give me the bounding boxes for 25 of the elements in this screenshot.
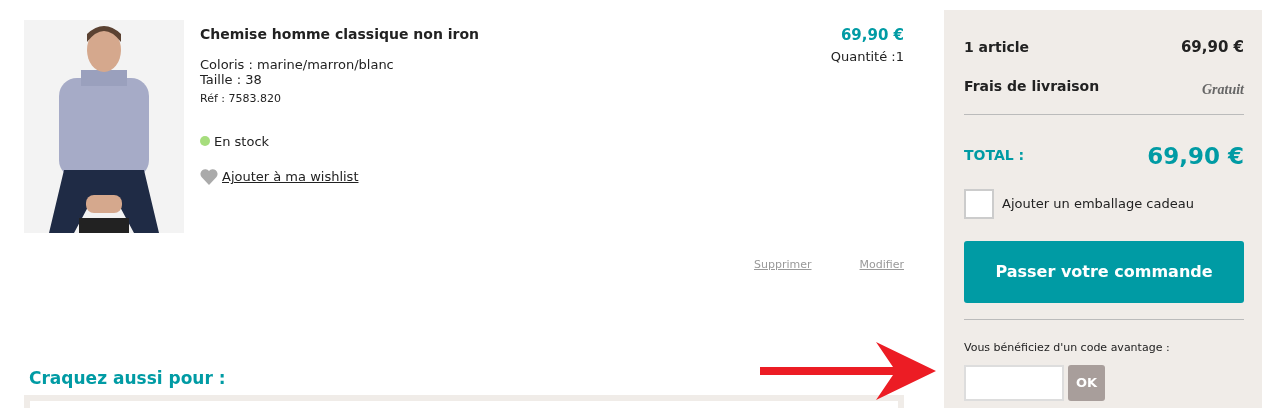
summary-amount: 69,90 €: [1180, 37, 1244, 58]
order-button[interactable]: Passer votre commande: [964, 241, 1244, 303]
summary-label: 1 article: [964, 37, 1030, 57]
summary-note: Gratuit: [1202, 80, 1244, 99]
wishlist-link[interactable]: Ajouter à ma wishlist: [222, 167, 359, 187]
product-reference: Réf : 7583.820: [200, 91, 282, 107]
promo-code-field[interactable]: [964, 364, 1064, 401]
quantity-text: Quantité :1: [830, 47, 904, 66]
product-name: Chemise homme classique non iron: [200, 25, 481, 44]
section-title: Craquez aussi pour :: [29, 366, 227, 390]
summary-label: Frais de livraison: [964, 76, 1100, 96]
heart-icon[interactable]: [200, 168, 218, 186]
arrow-icon: [758, 340, 938, 402]
gift-wrap-checkbox[interactable]: [964, 189, 994, 219]
gift-wrap-label[interactable]: Ajouter un emballage cadeau: [1002, 194, 1194, 214]
product-price: 69,90 €: [839, 25, 904, 46]
total-label: TOTAL :: [964, 146, 1025, 166]
total-amount: 69,90 €: [1147, 141, 1244, 171]
action-link[interactable]: Modifier: [859, 257, 904, 274]
product-attribute: Taille : 38: [200, 72, 263, 87]
action-link[interactable]: Supprimer: [754, 257, 812, 274]
promo-label: Vous bénéficiez d'un code avantage :: [964, 340, 1171, 356]
ok-button[interactable]: OK: [1068, 364, 1105, 401]
product-attribute: Coloris : marine/marron/blanc: [200, 57, 395, 72]
stock-status: En stock: [214, 132, 270, 151]
